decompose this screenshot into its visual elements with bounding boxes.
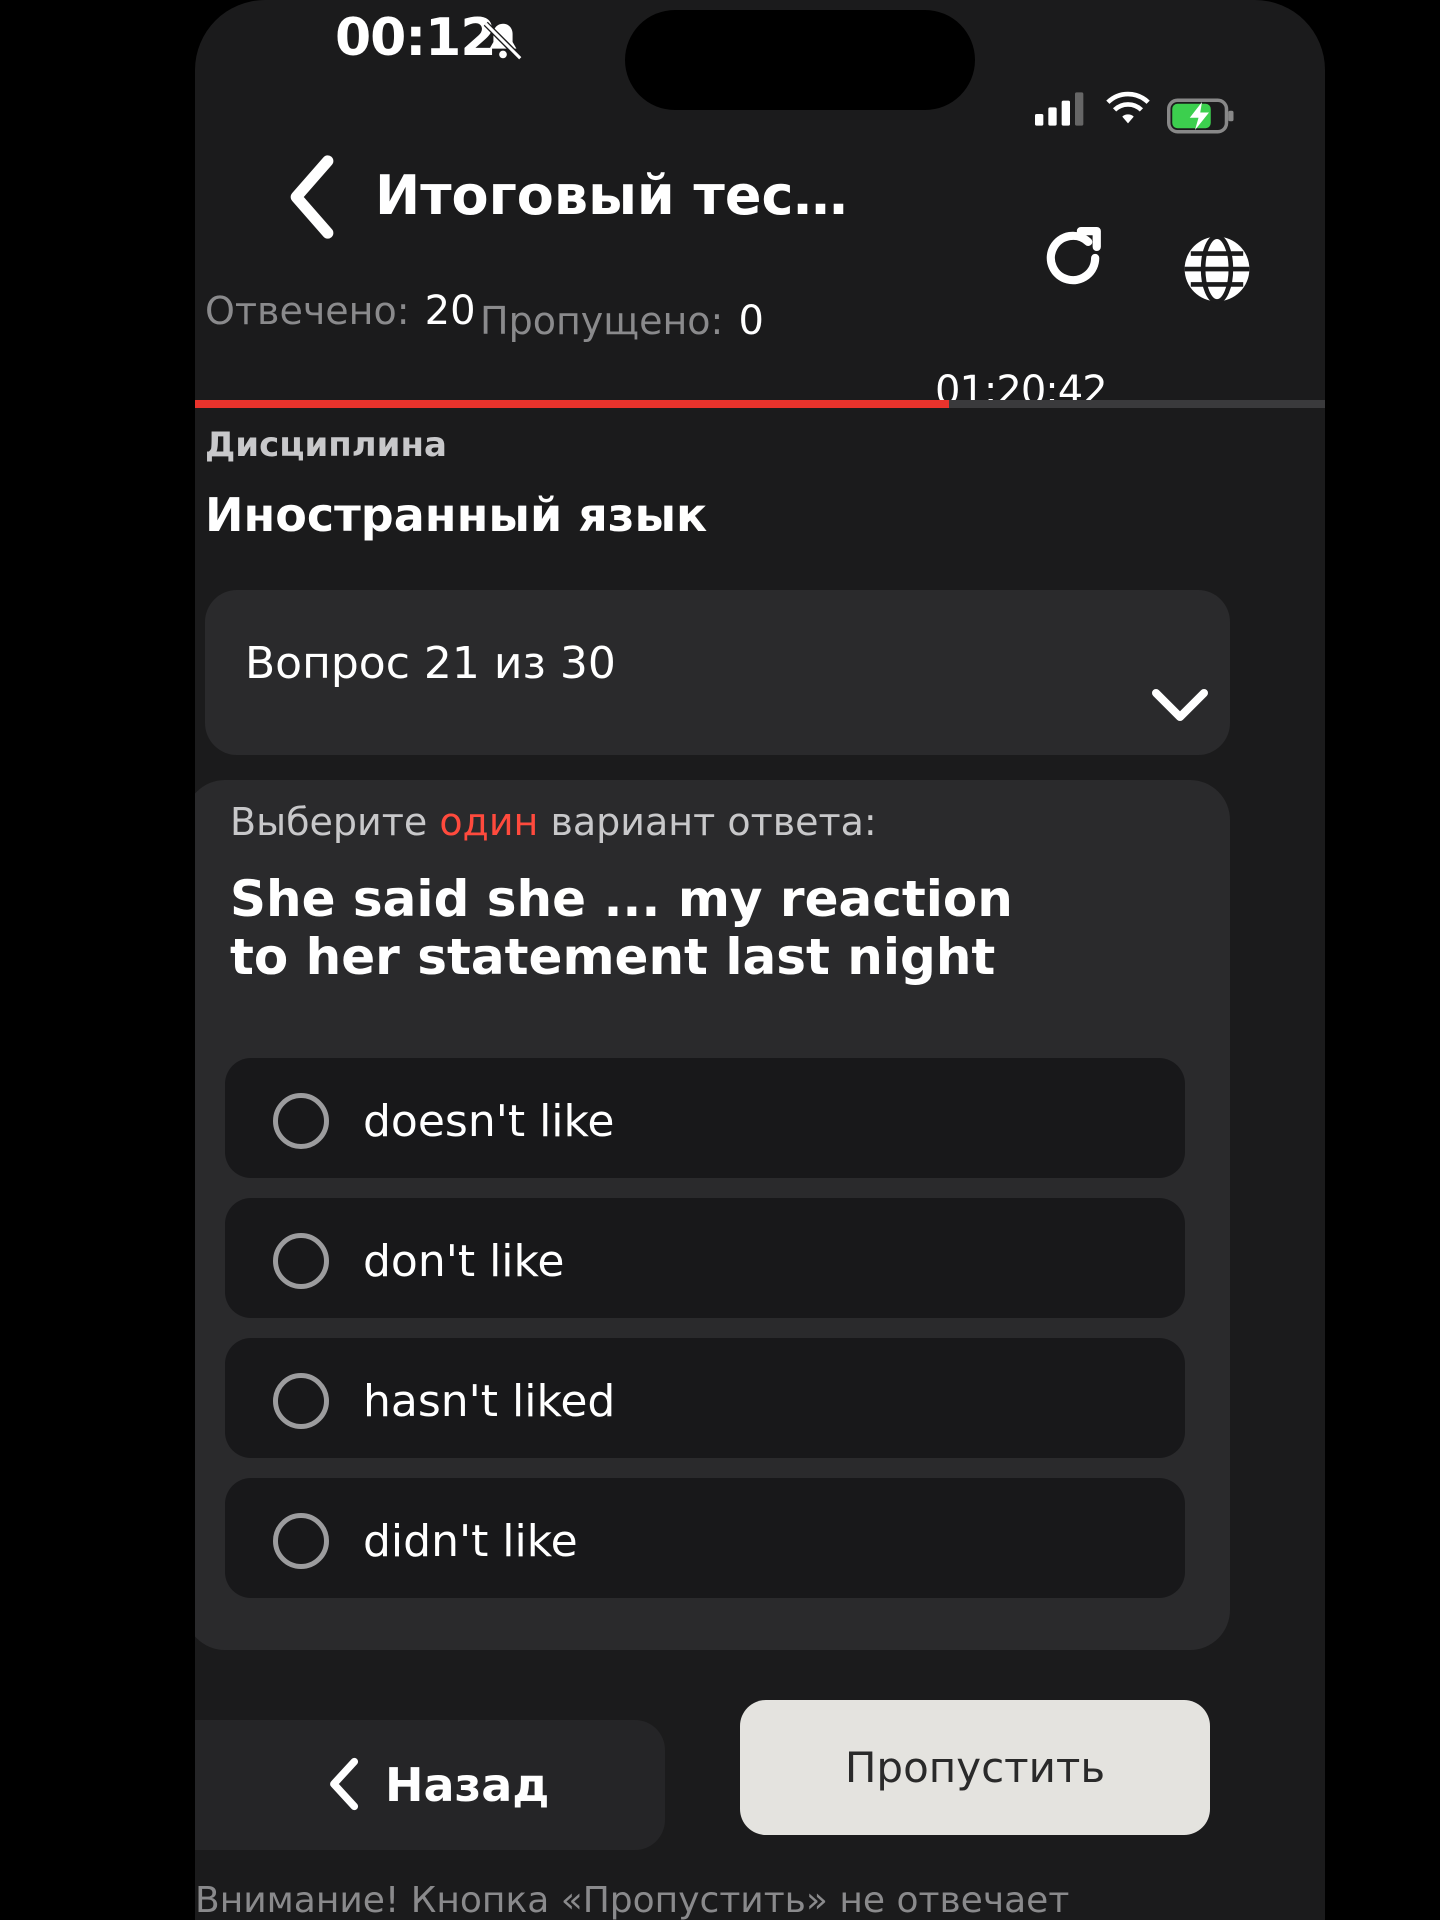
instruction: Выберите один вариант ответа: [230, 800, 877, 844]
radio-button[interactable] [273, 1233, 329, 1289]
page-title: Итоговый тест (пер... [375, 164, 865, 227]
answer-option[interactable]: didn't like [225, 1478, 1185, 1598]
answer-option-label: doesn't like [363, 1096, 615, 1147]
question-card: Выберите один вариант ответа: She said s… [195, 780, 1230, 1650]
instruction-accent: один [439, 800, 539, 844]
radio-button[interactable] [273, 1513, 329, 1569]
progress-bar [195, 400, 1325, 408]
bell-off-icon [483, 21, 523, 61]
skipped-counter: Пропущено: 0 [480, 298, 764, 344]
answered-counter: Отвечено: 20 [205, 288, 476, 334]
answer-option-label: didn't like [363, 1516, 578, 1567]
progress-fill [195, 400, 949, 408]
back-button-label: Назад [385, 1758, 550, 1812]
radio-button[interactable] [273, 1373, 329, 1429]
stats-row: Отвечено: 20 Пропущено: 0 01:20:42 [195, 288, 1325, 414]
wifi-icon [1106, 91, 1150, 124]
chevron-left-icon [330, 1757, 359, 1811]
battery-charging-icon [1167, 98, 1234, 134]
back-button[interactable]: Назад [195, 1720, 665, 1850]
answered-value: 20 [424, 288, 476, 334]
answer-option[interactable]: doesn't like [225, 1058, 1185, 1178]
answer-option[interactable]: don't like [225, 1198, 1185, 1318]
nav-bar: Итоговый тест (пер... [195, 130, 1325, 304]
question-select[interactable]: Вопрос 21 из 30 [205, 590, 1230, 755]
question-text: She said she ... my reaction to her stat… [230, 870, 1013, 986]
skipped-label: Пропущено: [480, 299, 724, 343]
warning-text: Внимание! Кнопка «Пропустить» не отвечае… [195, 1880, 1070, 1920]
answer-option[interactable]: hasn't liked [225, 1338, 1185, 1458]
radio-button[interactable] [273, 1093, 329, 1149]
skipped-value: 0 [738, 298, 764, 344]
phone-screen: 00:12 Итоговый тест (п [195, 0, 1325, 1920]
answer-option-label: don't like [363, 1236, 565, 1287]
question-select-label: Вопрос 21 из 30 [245, 638, 616, 689]
discipline-label: Дисциплина [205, 425, 447, 465]
chevron-down-icon [1152, 689, 1208, 721]
skip-button[interactable]: Пропустить [740, 1700, 1210, 1835]
reload-icon[interactable] [1035, 220, 1111, 296]
chevron-left-icon[interactable] [277, 152, 347, 242]
instruction-text: Выберите [230, 800, 428, 844]
signal-icon [1035, 92, 1084, 126]
answered-label: Отвечено: [205, 289, 410, 333]
instruction-text-end: вариант ответа: [550, 800, 877, 844]
answer-option-label: hasn't liked [363, 1376, 616, 1427]
status-bar: 00:12 [195, 0, 1325, 134]
status-time: 00:12 [335, 8, 497, 68]
dynamic-island [625, 10, 975, 110]
discipline-value: Иностранный язык [205, 488, 708, 542]
